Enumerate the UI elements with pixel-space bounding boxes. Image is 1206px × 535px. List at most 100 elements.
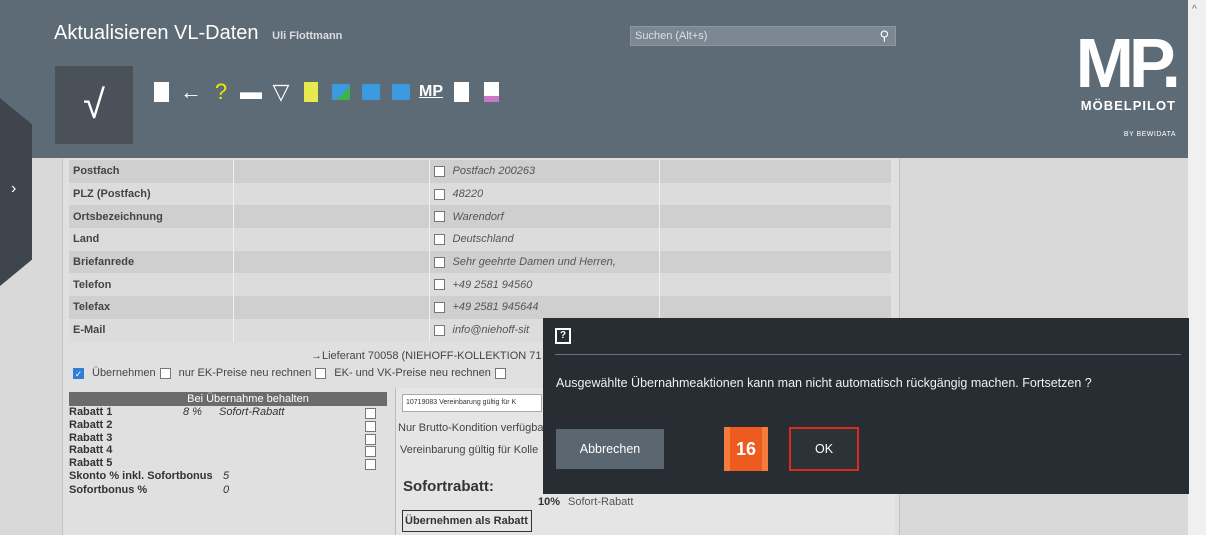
attribute-current: [233, 296, 430, 319]
agreement-validity-text: Vereinbarung gültig für Kolle: [400, 444, 539, 456]
discount-label: Rabatt 1: [69, 406, 113, 418]
page-title-text: Aktualisieren VL-Daten: [54, 22, 259, 44]
options-row: ✓ Übernehmen nur EK-Preise neu rechnen E…: [73, 367, 510, 379]
mp-icon[interactable]: MP: [418, 77, 444, 107]
sofortbonus-row: Sofortbonus % 0: [69, 483, 230, 496]
attribute-checkbox[interactable]: [433, 324, 445, 336]
dialog-divider: [555, 354, 1181, 355]
step-badge: 16: [724, 427, 768, 471]
uebernehmen-checkbox[interactable]: ✓: [73, 367, 84, 379]
attribute-extra: [659, 228, 891, 251]
search-icon[interactable]: ⚲: [879, 28, 889, 44]
attribute-current: [233, 205, 430, 229]
attribute-label: Postfach: [69, 160, 234, 183]
attribute-checkbox[interactable]: [433, 188, 445, 200]
attribute-label: Land: [69, 228, 234, 251]
transfer-icon[interactable]: [328, 77, 354, 107]
attribute-checkbox[interactable]: [433, 234, 445, 245]
attribute-row: Briefanrede Sehr geehrte Damen und Herren…: [69, 250, 891, 274]
attribute-checkbox[interactable]: [433, 256, 445, 268]
attribute-checkbox[interactable]: [433, 165, 445, 177]
attribute-new-value: Postfach 200263: [429, 160, 660, 183]
attribute-value: Postfach 200263: [452, 165, 536, 178]
attribute-label: Briefanrede: [69, 250, 234, 274]
attribute-extra: [659, 250, 891, 274]
attribute-row: Telefon +49 2581 94560: [69, 273, 891, 297]
document-list-icon[interactable]: [448, 77, 474, 107]
favorite-document-icon[interactable]: [298, 77, 324, 107]
attribute-checkbox[interactable]: [433, 211, 445, 223]
attribute-label: Telefon: [69, 273, 234, 297]
user-name: Uli Flottmann: [272, 30, 343, 42]
sofortrabatt-percent: 10%: [538, 496, 561, 508]
attribute-value: info@niehoff-sit: [452, 324, 530, 337]
ok-button[interactable]: OK: [789, 427, 859, 471]
discount-name: Sofort-Rabatt: [219, 406, 285, 418]
page-title: Aktualisieren VL-Daten Uli Flottmann: [54, 22, 342, 45]
discount-label: Rabatt 3: [69, 431, 113, 444]
discounts-header: Bei Übernahme behalten: [69, 392, 387, 406]
search-input[interactable]: [631, 27, 871, 45]
skonto-row: Skonto % inkl. Sofortbonus 5: [69, 469, 230, 482]
discount-keep-checkbox[interactable]: [365, 446, 376, 458]
uebernehmen-als-rabatt[interactable]: Übernehmen als Rabatt: [402, 510, 532, 532]
attribute-value: Sehr geehrte Damen und Herren,: [452, 256, 616, 269]
scroll-up-icon[interactable]: ^: [1192, 4, 1197, 15]
discount-row: Rabatt 2: [69, 419, 387, 432]
confirm-dialog: ? Ausgewählte Übernahmeaktionen kann man…: [543, 318, 1189, 494]
export-e-icon[interactable]: [388, 77, 414, 107]
search-box[interactable]: ⚲: [630, 26, 896, 46]
attribute-label: E-Mail: [69, 318, 234, 342]
help-icon[interactable]: ?: [208, 77, 234, 107]
attribute-new-value: +49 2581 945644: [429, 296, 660, 319]
scrollbar[interactable]: ^: [1188, 0, 1206, 535]
print-icon[interactable]: ▬: [238, 77, 264, 107]
attribute-current: [233, 228, 430, 251]
moebelpilot-logo: MP. MÖBELPILOT BY BEWIDATA: [1075, 24, 1181, 138]
discount-row: Rabatt 5: [69, 457, 387, 471]
document-hand-icon[interactable]: [478, 77, 504, 107]
extra-checkbox[interactable]: [494, 367, 506, 379]
ek-vk-preise-checkbox[interactable]: [315, 367, 327, 379]
agreement-select[interactable]: 10719083 Vereinbarung gültig für K: [402, 394, 542, 412]
cancel-button[interactable]: Abbrechen: [556, 429, 664, 469]
lieferant-heading: →Lieferant 70058 (NIEHOFF-KOLLEKTION 71: [311, 350, 542, 362]
sofortrabatt-title: Sofortrabatt:: [403, 478, 494, 495]
export-v-icon[interactable]: [358, 77, 384, 107]
attribute-extra: [659, 273, 891, 297]
supplier-attributes-table: Postfach Postfach 200263 PLZ (Postfach) 482…: [69, 160, 891, 342]
attribute-extra: [659, 182, 891, 206]
app-header: Aktualisieren VL-Daten Uli Flottmann ⚲ √…: [0, 0, 1188, 158]
discount-label: Rabatt 4: [69, 444, 113, 457]
attribute-row: Postfach Postfach 200263: [69, 160, 891, 183]
attribute-checkbox[interactable]: [433, 279, 445, 291]
attribute-label: Ortsbezeichnung: [69, 205, 234, 229]
discount-row: Rabatt 1 8 % Sofort-Rabatt: [69, 406, 387, 419]
attribute-value: +49 2581 94560: [452, 278, 533, 291]
new-document-icon[interactable]: [148, 77, 174, 107]
attribute-current: [233, 182, 430, 206]
attribute-checkbox[interactable]: [433, 302, 445, 314]
attribute-extra: [659, 160, 891, 183]
toolbar: ← ? ▬ ▽ MP: [148, 76, 504, 108]
confirm-button[interactable]: √: [55, 66, 133, 144]
dialog-message: Ausgewählte Übernahmeaktionen kann man n…: [556, 376, 1092, 390]
ek-preise-checkbox[interactable]: [159, 367, 171, 379]
attribute-value: Warendorf: [452, 210, 504, 223]
discount-keep-checkbox[interactable]: [365, 433, 376, 445]
attribute-value: Deutschland: [452, 233, 514, 246]
side-panel-toggle[interactable]: ›: [0, 98, 32, 286]
attribute-row: Ortsbezeichnung Warendorf: [69, 205, 891, 229]
discount-keep-checkbox[interactable]: [365, 408, 376, 419]
discount-keep-checkbox[interactable]: [365, 459, 376, 471]
discount-label: Rabatt 5: [69, 457, 113, 470]
discount-label: Rabatt 2: [69, 418, 113, 431]
chevron-right-icon: ›: [11, 180, 17, 197]
discount-keep-checkbox[interactable]: [365, 420, 376, 432]
back-arrow-icon[interactable]: ←: [178, 77, 204, 107]
shield-icon[interactable]: ▽: [268, 77, 294, 107]
ek-vk-preise-label: EK- und VK-Preise neu rechnen: [334, 367, 491, 379]
attribute-label: Telefax: [69, 296, 234, 319]
attribute-extra: [659, 205, 891, 229]
attribute-value: 48220: [452, 188, 484, 201]
